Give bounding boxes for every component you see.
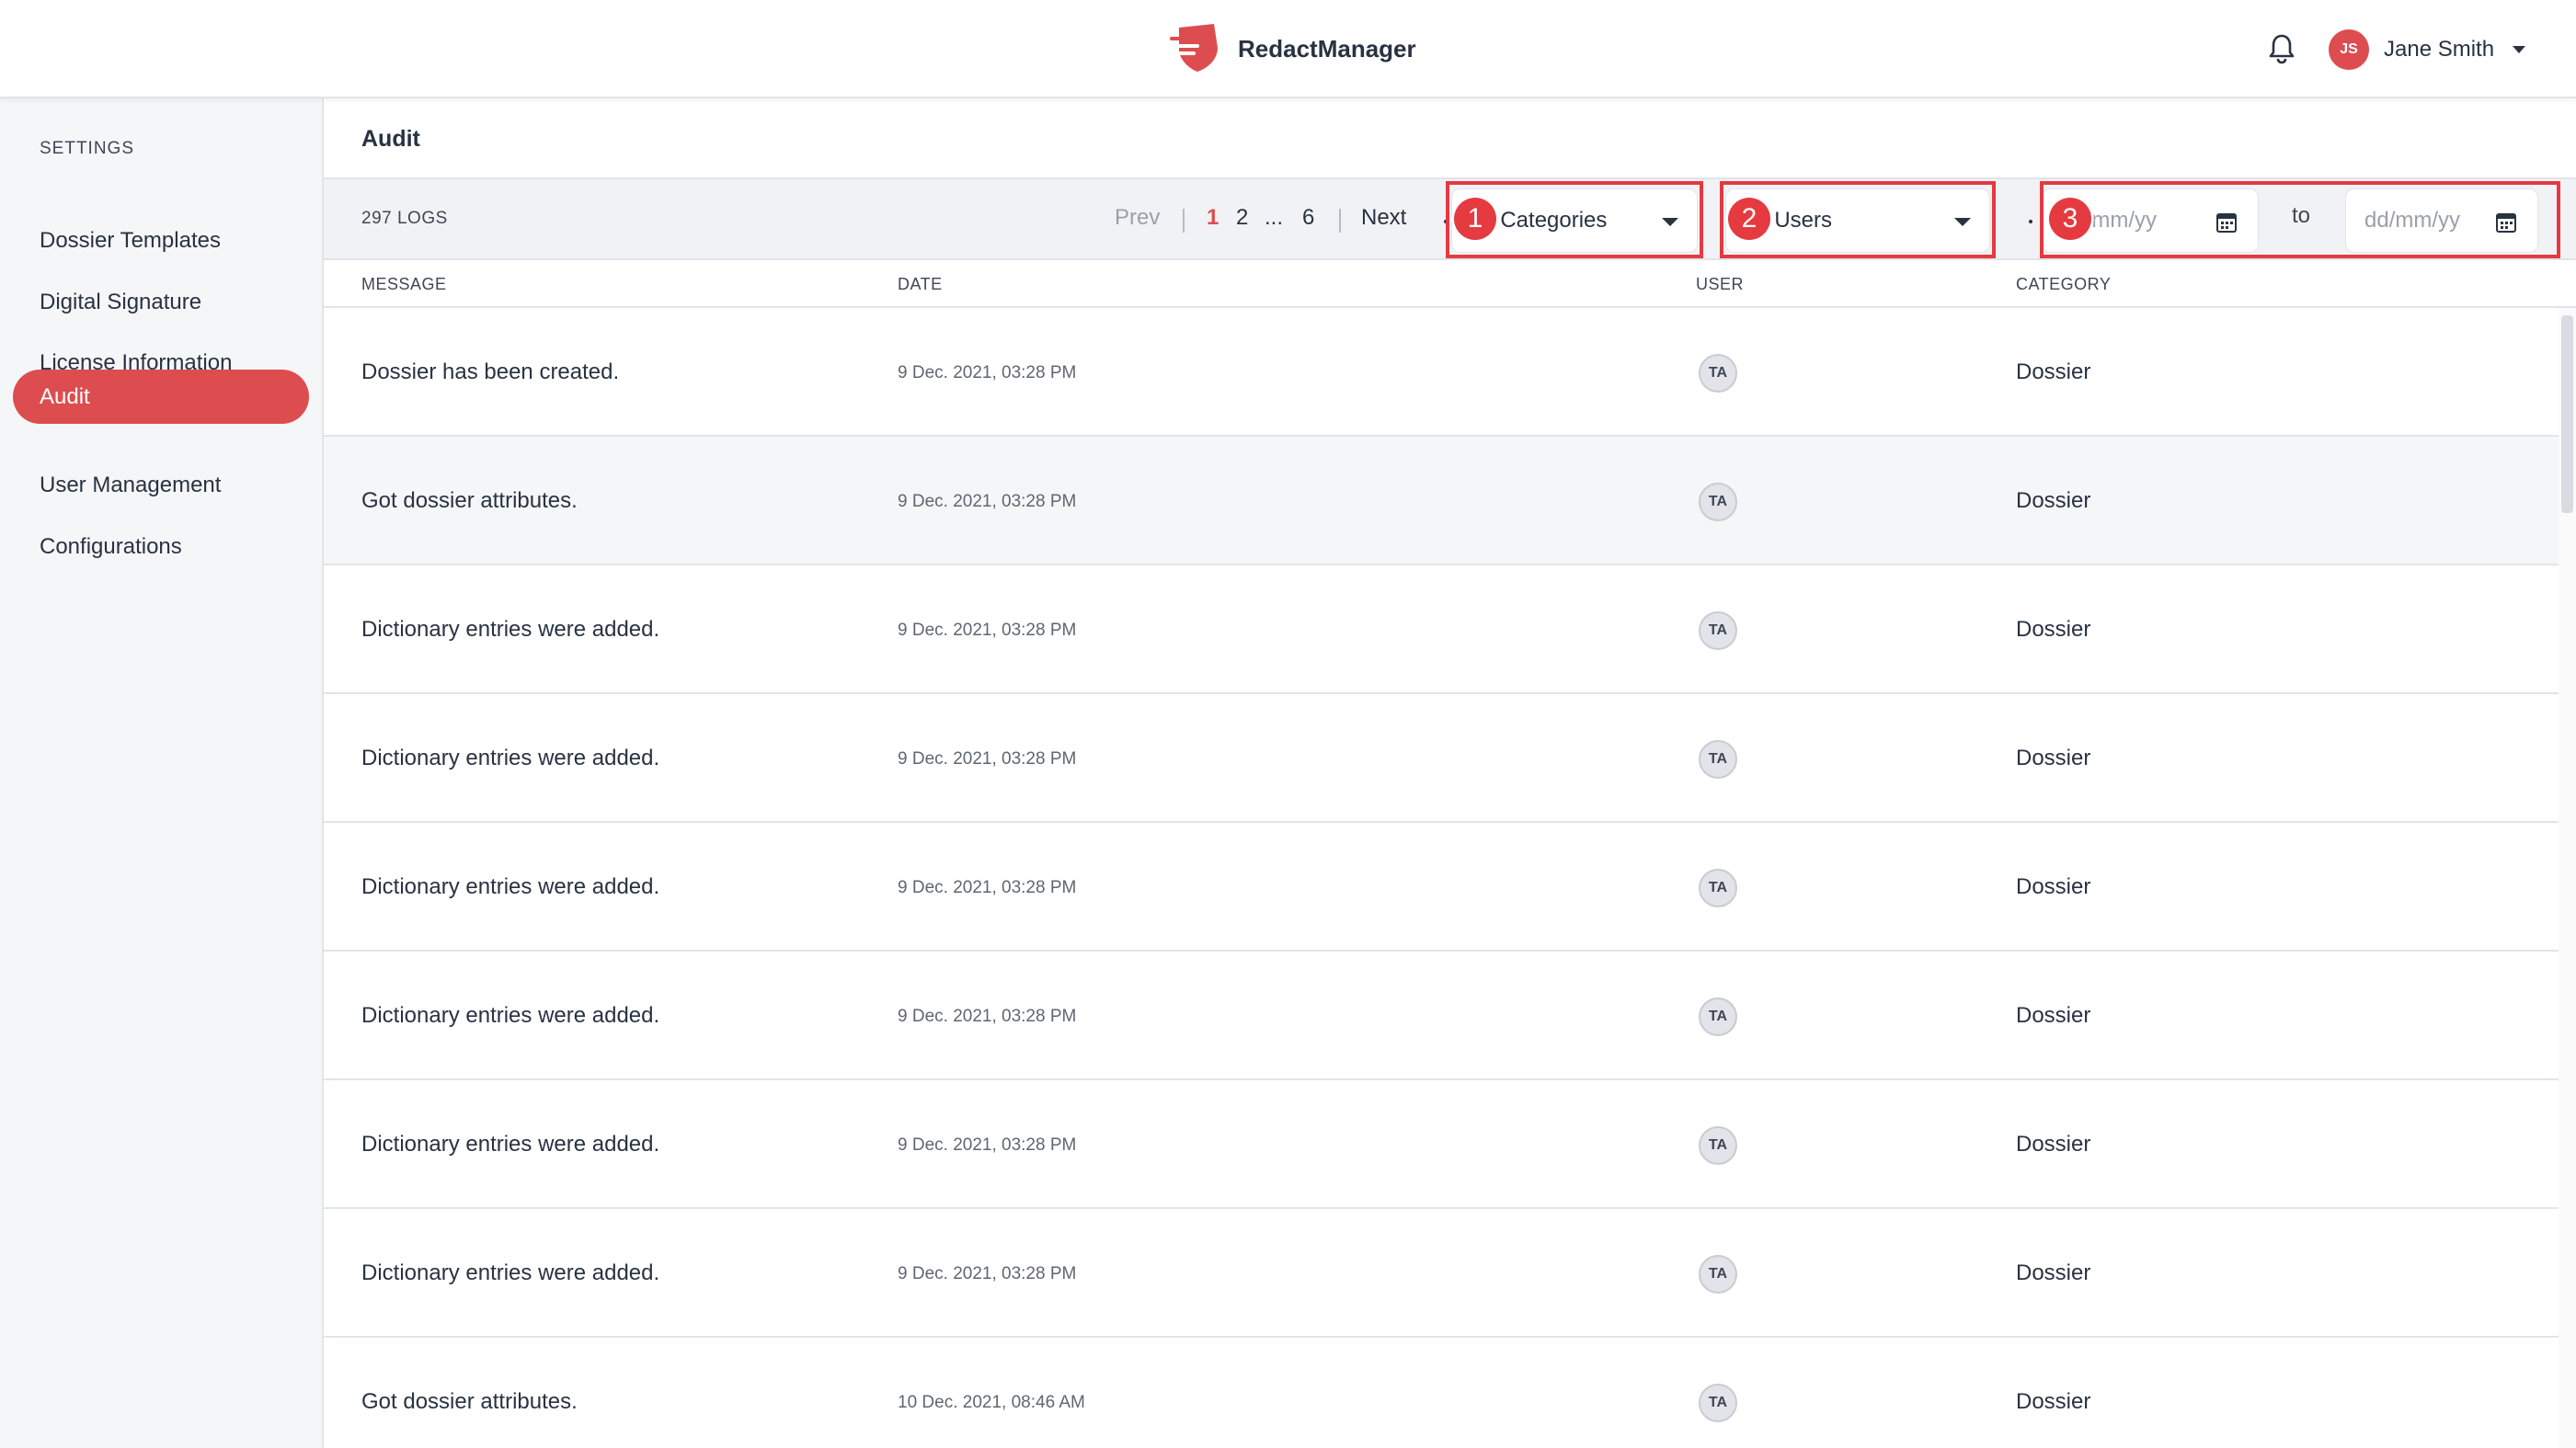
cell-message: Dossier has been created. [361,359,620,384]
cell-date: 9 Dec. 2021, 03:28 PM [898,1007,1077,1026]
bell-icon[interactable] [2266,32,2297,65]
cell-message: Dictionary entries were added. [361,1132,660,1157]
cell-category: Dossier [2016,359,2091,384]
cell-date: 9 Dec. 2021, 03:28 PM [898,749,1077,769]
user-avatar: TA [1699,1255,1737,1294]
brand-name: RedactManager [1238,34,1416,63]
column-header-category[interactable]: CATEGORY [2016,275,2111,294]
table-row[interactable]: Dictionary entries were added. 9 Dec. 20… [324,1080,2559,1209]
cell-message: Dictionary entries were added. [361,617,660,642]
audit-toolbar: 297 LOGS Prev 1 2 ... 6 Next All Categor… [324,177,2576,260]
cell-message: Got dossier attributes. [361,488,578,513]
pagination-next[interactable]: Next [1361,205,1406,231]
user-avatar: TA [1699,483,1737,521]
pagination-prev[interactable]: Prev [1115,205,1160,231]
user-avatar: TA [1699,998,1737,1036]
table-row[interactable]: Dictionary entries were added. 9 Dec. 20… [324,565,2559,694]
scrollbar-thumb[interactable] [2561,315,2573,513]
pagination-page-2[interactable]: 2 [1236,205,1248,231]
table-row[interactable]: Dictionary entries were added. 9 Dec. 20… [324,823,2559,952]
main-content: Audit 297 LOGS Prev 1 2 ... 6 Next All C… [324,98,2576,1448]
cell-category: Dossier [2016,1132,2091,1157]
sidebar-item-configurations[interactable]: Configurations [13,519,309,574]
user-avatar: TA [1699,1126,1737,1165]
column-header-user[interactable]: USER [1696,275,1744,294]
cell-date: 9 Dec. 2021, 03:28 PM [898,1264,1077,1283]
user-avatar: TA [1699,1384,1737,1422]
user-avatar: TA [1699,869,1737,907]
column-header-date[interactable]: DATE [898,275,943,294]
user-name: Jane Smith [2384,37,2495,62]
sidebar-item-audit[interactable]: Audit [13,370,309,424]
cell-category: Dossier [2016,746,2091,770]
cell-date: 10 Dec. 2021, 08:46 AM [898,1393,1085,1412]
cell-message: Dictionary entries were added. [361,874,660,899]
cell-category: Dossier [2016,1260,2091,1285]
pagination-page-6[interactable]: 6 [1302,205,1314,231]
sidebar-item-user-management[interactable]: User Management [13,458,309,512]
cell-date: 9 Dec. 2021, 03:28 PM [898,1135,1077,1155]
cell-date: 9 Dec. 2021, 03:28 PM [898,878,1077,897]
cell-category: Dossier [2016,1389,2091,1414]
cell-category: Dossier [2016,874,2091,899]
cell-category: Dossier [2016,617,2091,642]
table-row[interactable]: Got dossier attributes. 10 Dec. 2021, 08… [324,1338,2559,1448]
cell-category: Dossier [2016,1003,2091,1028]
cell-date: 9 Dec. 2021, 03:28 PM [898,363,1077,382]
cell-category: Dossier [2016,488,2091,513]
sidebar-item-dossier-templates[interactable]: Dossier Templates [13,213,309,268]
cell-message: Dictionary entries were added. [361,1003,660,1028]
sidebar-item-digital-signature[interactable]: Digital Signature [13,275,309,329]
table-row[interactable]: Dictionary entries were added. 9 Dec. 20… [324,952,2559,1080]
top-bar: RedactManager JS Jane Smith [0,0,2576,98]
user-avatar: TA [1699,354,1737,393]
page-title: Audit [361,126,420,152]
sidebar: SETTINGS Dossier Templates Digital Signa… [0,98,324,1448]
pagination-page-1[interactable]: 1 [1207,205,1219,231]
cell-message: Got dossier attributes. [361,1389,578,1414]
table-scrollbar[interactable] [2559,308,2576,1448]
pagination-divider [1183,209,1185,233]
callout-badge-2: 2 [1728,198,1770,240]
user-menu[interactable]: JS Jane Smith [2329,29,2526,71]
table-row[interactable]: Got dossier attributes. 9 Dec. 2021, 03:… [324,437,2559,565]
user-avatar: TA [1699,740,1737,779]
cell-date: 9 Dec. 2021, 03:28 PM [898,492,1077,511]
redactmanager-logo-icon [1168,20,1221,78]
separator-dot [2029,220,2032,223]
callout-badge-1: 1 [1454,198,1496,240]
audit-table-body: Dossier has been created. 9 Dec. 2021, 0… [324,308,2559,1448]
cell-message: Dictionary entries were added. [361,1260,660,1285]
sidebar-title: SETTINGS [40,139,135,158]
pagination-ellipsis: ... [1265,205,1284,230]
table-row[interactable]: Dossier has been created. 9 Dec. 2021, 0… [324,308,2559,437]
logs-count: 297 LOGS [361,209,448,228]
cell-message: Dictionary entries were added. [361,746,660,770]
table-row[interactable]: Dictionary entries were added. 9 Dec. 20… [324,1209,2559,1338]
callout-badge-3: 3 [2049,198,2091,240]
table-row[interactable]: Dictionary entries were added. 9 Dec. 20… [324,694,2559,823]
cell-date: 9 Dec. 2021, 03:28 PM [898,621,1077,640]
brand[interactable]: RedactManager [1168,22,1416,75]
user-avatar: TA [1699,611,1737,650]
pagination-divider [1339,209,1341,233]
avatar: JS [2329,29,2369,70]
callout-box-3 [2040,181,2560,258]
table-header: MESSAGE DATE USER CATEGORY [324,260,2576,308]
chevron-down-icon [2513,46,2526,53]
column-header-message[interactable]: MESSAGE [361,275,447,294]
